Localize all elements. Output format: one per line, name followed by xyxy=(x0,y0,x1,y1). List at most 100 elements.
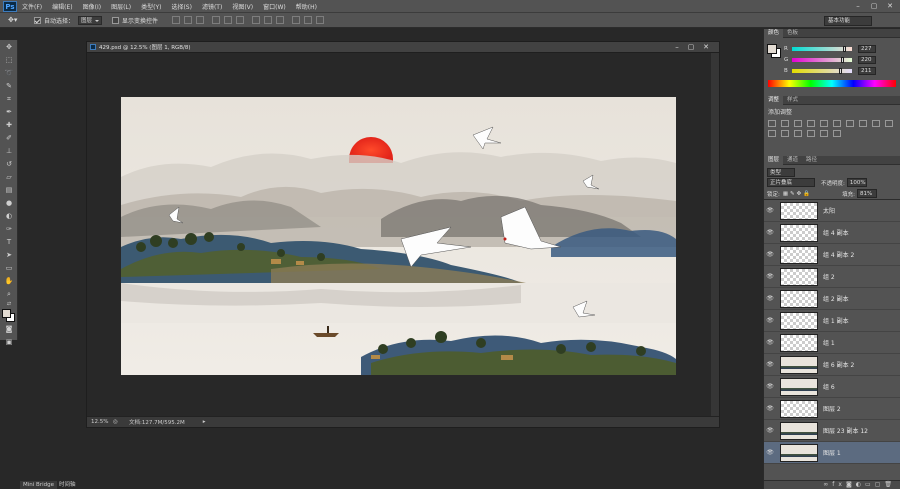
b-slider[interactable] xyxy=(792,67,852,74)
eraser-icon[interactable]: ▱ xyxy=(2,171,16,183)
lasso-icon[interactable]: ➰ xyxy=(2,67,16,79)
visibility-eye-icon[interactable]: 👁 xyxy=(764,361,776,368)
color-lookup-icon[interactable] xyxy=(768,130,776,137)
layer-row[interactable]: 👁 组 4 副本 xyxy=(764,222,900,244)
auto-select-checkbox[interactable] xyxy=(34,16,41,24)
healing-icon[interactable]: ✚ xyxy=(2,119,16,131)
pen-icon[interactable]: ✑ xyxy=(2,223,16,235)
type-icon[interactable]: T xyxy=(2,236,16,248)
posterize-icon[interactable] xyxy=(794,130,802,137)
layer-row[interactable]: 👁 图层 1 xyxy=(764,442,900,464)
distribute-hcenter-icon[interactable] xyxy=(304,16,313,24)
r-slider-thumb[interactable] xyxy=(842,45,846,52)
history-brush-icon[interactable]: ↺ xyxy=(2,158,16,170)
align-vcenter-icon[interactable] xyxy=(184,16,193,24)
document-vertical-scrollbar[interactable] xyxy=(711,53,719,417)
threshold-icon[interactable] xyxy=(807,130,815,137)
minimize-icon[interactable]: – xyxy=(852,1,864,11)
zoom-level[interactable]: 12.5% xyxy=(91,419,113,425)
visibility-eye-icon[interactable]: 👁 xyxy=(764,405,776,412)
quick-select-icon[interactable]: ✎ xyxy=(2,80,16,92)
blend-mode-dropdown[interactable]: 正片叠底 xyxy=(767,178,815,187)
layer-filter-dropdown[interactable]: 类型 xyxy=(767,167,795,177)
add-mask-icon[interactable]: ◙ xyxy=(846,481,856,488)
align-bottom-icon[interactable] xyxy=(196,16,205,24)
photo-filter-icon[interactable] xyxy=(872,120,880,127)
document-tab[interactable]: 429.psd @ 12.5% (图层 1, RGB/8) – ▢ ✕ xyxy=(87,42,719,53)
layer-name[interactable]: 组 6 副本 2 xyxy=(823,360,854,369)
quick-mask-icon[interactable]: ◙ xyxy=(2,323,16,335)
tab-paths[interactable]: 路径 xyxy=(802,156,821,165)
visibility-eye-icon[interactable]: 👁 xyxy=(764,317,776,324)
tab-timeline[interactable]: 时间轴 xyxy=(56,481,79,489)
distribute-right-icon[interactable] xyxy=(316,16,325,24)
visibility-eye-icon[interactable]: 👁 xyxy=(764,449,776,456)
distribute-left-icon[interactable] xyxy=(292,16,301,24)
status-info-icon[interactable]: ◎ xyxy=(113,419,121,425)
invert-icon[interactable] xyxy=(781,130,789,137)
doc-maximize-icon[interactable]: ▢ xyxy=(686,43,696,51)
layer-row[interactable]: 👁 图层 2 xyxy=(764,398,900,420)
visibility-eye-icon[interactable]: 👁 xyxy=(764,427,776,434)
marquee-icon[interactable]: ⬚ xyxy=(2,54,16,66)
layer-row[interactable]: 👁 组 2 副本 xyxy=(764,288,900,310)
doc-minimize-icon[interactable]: – xyxy=(672,43,682,51)
layer-name[interactable]: 组 1 xyxy=(823,338,835,347)
layer-row[interactable]: 👁 太阳 xyxy=(764,200,900,222)
gradient-icon[interactable]: ▤ xyxy=(2,184,16,196)
swap-colors-icon[interactable]: ⇄ xyxy=(2,301,16,308)
doc-close-icon[interactable]: ✕ xyxy=(701,43,711,51)
align-hcenter-icon[interactable] xyxy=(224,16,233,24)
screen-mode-icon[interactable]: ▣ xyxy=(2,336,16,348)
menu-edit[interactable]: 编辑(E) xyxy=(52,2,72,11)
layer-name[interactable]: 组 4 副本 xyxy=(823,228,849,237)
bw-icon[interactable] xyxy=(859,120,867,127)
color-spectrum[interactable] xyxy=(768,80,896,87)
visibility-eye-icon[interactable]: 👁 xyxy=(764,229,776,236)
fill-field[interactable]: 81% xyxy=(856,189,877,198)
layer-row[interactable]: 👁 组 4 副本 2 xyxy=(764,244,900,266)
vibrance-icon[interactable] xyxy=(820,120,828,127)
brightness-icon[interactable] xyxy=(768,120,776,127)
layer-row[interactable]: 👁 组 6 xyxy=(764,376,900,398)
link-layers-icon[interactable]: ∞ xyxy=(823,481,832,488)
layer-name[interactable]: 组 2 副本 xyxy=(823,294,849,303)
lock-icons[interactable]: ▦✎✥🔒 xyxy=(783,191,812,197)
tab-styles[interactable]: 样式 xyxy=(783,96,802,105)
brush-icon[interactable]: ✐ xyxy=(2,132,16,144)
distribute-vcenter-icon[interactable] xyxy=(264,16,273,24)
zoom-icon[interactable]: ⌕ xyxy=(2,288,16,300)
distribute-top-icon[interactable] xyxy=(252,16,261,24)
curves-icon[interactable] xyxy=(794,120,802,127)
b-value-field[interactable]: 211 xyxy=(858,66,876,75)
visibility-eye-icon[interactable]: 👁 xyxy=(764,383,776,390)
levels-icon[interactable] xyxy=(781,120,789,127)
auto-select-dropdown[interactable]: 图层 xyxy=(78,15,103,25)
move-tool-icon[interactable]: ✥▾ xyxy=(8,15,28,26)
layer-name[interactable]: 组 4 副本 2 xyxy=(823,250,854,259)
layer-name[interactable]: 太阳 xyxy=(823,206,835,215)
g-value-field[interactable]: 220 xyxy=(858,55,876,64)
color-swatches[interactable] xyxy=(2,309,16,322)
new-layer-icon[interactable]: ▢ xyxy=(875,481,885,488)
visibility-eye-icon[interactable]: 👁 xyxy=(764,273,776,280)
tab-mini-bridge[interactable]: Mini Bridge xyxy=(20,481,57,489)
selective-color-icon[interactable] xyxy=(820,130,828,137)
layer-name[interactable]: 组 1 副本 xyxy=(823,316,849,325)
new-adjustment-icon[interactable]: ◐ xyxy=(856,481,865,488)
menu-image[interactable]: 图像(I) xyxy=(83,2,101,11)
layer-name[interactable]: 图层 2 xyxy=(823,404,841,413)
tab-swatches[interactable]: 色板 xyxy=(783,29,802,38)
stamp-icon[interactable]: ⊥ xyxy=(2,145,16,157)
visibility-eye-icon[interactable]: 👁 xyxy=(764,207,776,214)
eyedropper-icon[interactable]: ✒ xyxy=(2,106,16,118)
artwork-canvas[interactable] xyxy=(121,97,676,375)
tab-channels[interactable]: 通道 xyxy=(783,156,802,165)
shape-icon[interactable]: ▭ xyxy=(2,262,16,274)
menu-help[interactable]: 帮助(H) xyxy=(296,2,317,11)
menu-type[interactable]: 类型(Y) xyxy=(141,2,161,11)
layer-name[interactable]: 图层 23 副本 12 xyxy=(823,426,868,435)
hand-icon[interactable]: ✋ xyxy=(2,275,16,287)
r-slider[interactable] xyxy=(792,45,852,52)
menu-window[interactable]: 窗口(W) xyxy=(263,2,286,11)
